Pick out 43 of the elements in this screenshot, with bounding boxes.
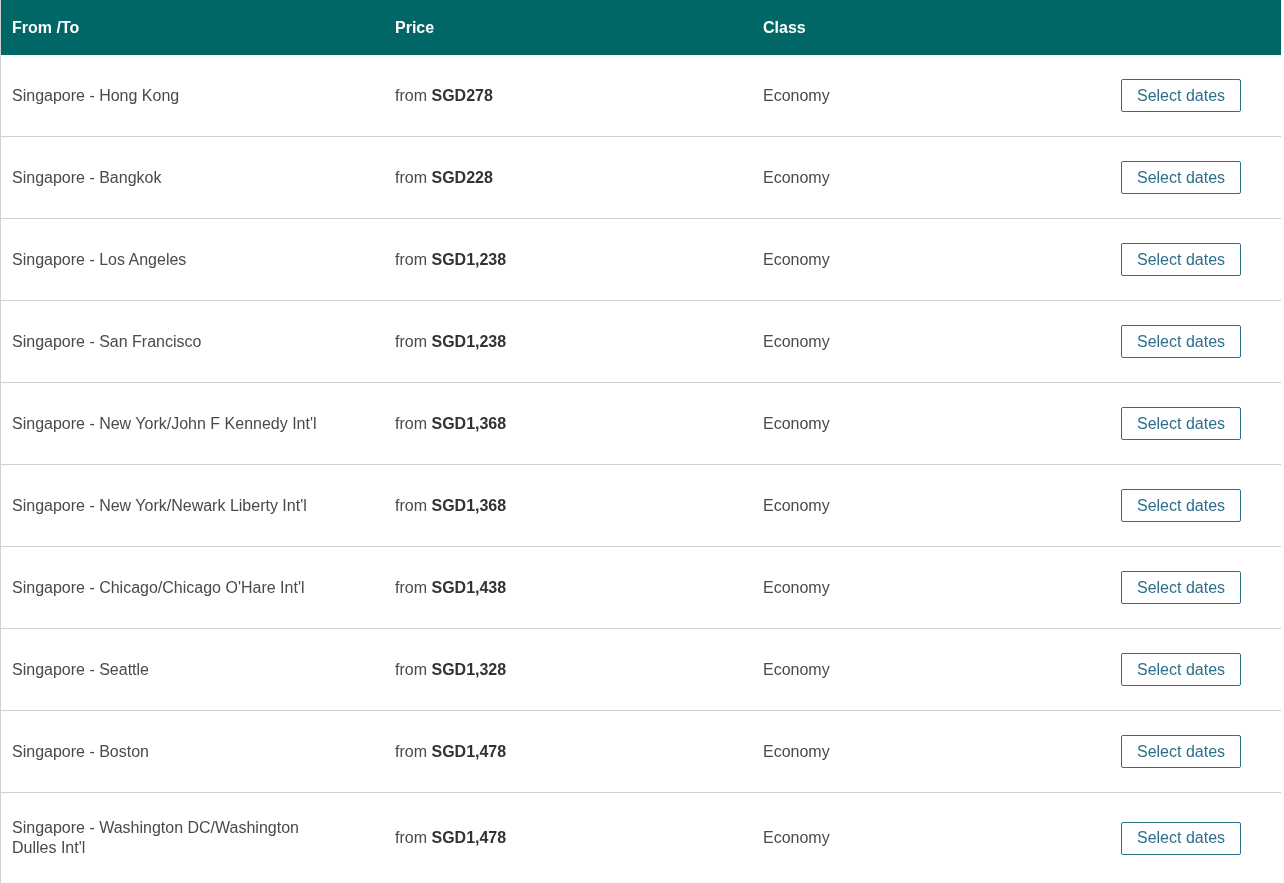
route-text: Singapore - Bangkok (12, 167, 162, 188)
price-text: from SGD228 (395, 168, 493, 186)
route-text: Singapore - Seattle (12, 659, 149, 680)
price-text: from SGD1,368 (395, 414, 507, 432)
class-text: Economy (763, 332, 830, 350)
select-dates-button[interactable]: Select dates (1121, 489, 1241, 522)
route-text: Singapore - San Francisco (12, 331, 202, 352)
select-dates-button[interactable]: Select dates (1121, 243, 1241, 276)
column-header: Class (762, 18, 806, 37)
select-dates-button[interactable]: Select dates (1121, 735, 1241, 768)
route-text: Singapore - Washington DC/Washington Dulles Int'l (12, 818, 300, 858)
select-dates-button[interactable]: Select dates (1121, 653, 1241, 686)
select-dates-button[interactable]: Select dates (1121, 571, 1241, 604)
select-dates-button[interactable]: Select dates (1121, 161, 1241, 194)
price-text: from SGD1,328 (395, 660, 507, 678)
class-text: Economy (763, 742, 830, 760)
select-dates-button[interactable]: Select dates (1121, 821, 1241, 855)
class-text: Economy (763, 660, 830, 678)
class-text: Economy (763, 578, 830, 596)
price-text: from SGD1,238 (395, 332, 507, 350)
column-header: From /To (11, 18, 80, 37)
select-dates-button[interactable]: Select dates (1121, 325, 1241, 358)
class-text: Economy (763, 86, 830, 104)
price-text: from SGD1,478 (395, 742, 507, 760)
route-text: Singapore - New York/Newark Liberty Int'l (12, 495, 307, 516)
route-text: Singapore - Boston (12, 741, 149, 762)
price-text: from SGD278 (395, 86, 493, 104)
route-text: Singapore - Chicago/Chicago O'Hare Int'l (12, 577, 305, 598)
price-text: from SGD1,368 (395, 496, 507, 514)
column-header: Price (394, 18, 435, 37)
class-text: Economy (763, 829, 830, 846)
price-text: from SGD1,478 (395, 829, 507, 846)
class-text: Economy (763, 496, 830, 514)
class-text: Economy (763, 250, 830, 268)
route-text: Singapore - Los Angeles (12, 249, 187, 270)
route-text: Singapore - Hong Kong (12, 85, 180, 106)
price-text: from SGD1,238 (395, 250, 507, 268)
select-dates-button[interactable]: Select dates (1121, 407, 1241, 440)
price-text: from SGD1,438 (395, 578, 507, 596)
select-dates-button[interactable]: Select dates (1121, 79, 1241, 112)
class-text: Economy (763, 414, 830, 432)
class-text: Economy (763, 168, 830, 186)
route-text: Singapore - New York/John F Kennedy Int'l (12, 413, 317, 434)
